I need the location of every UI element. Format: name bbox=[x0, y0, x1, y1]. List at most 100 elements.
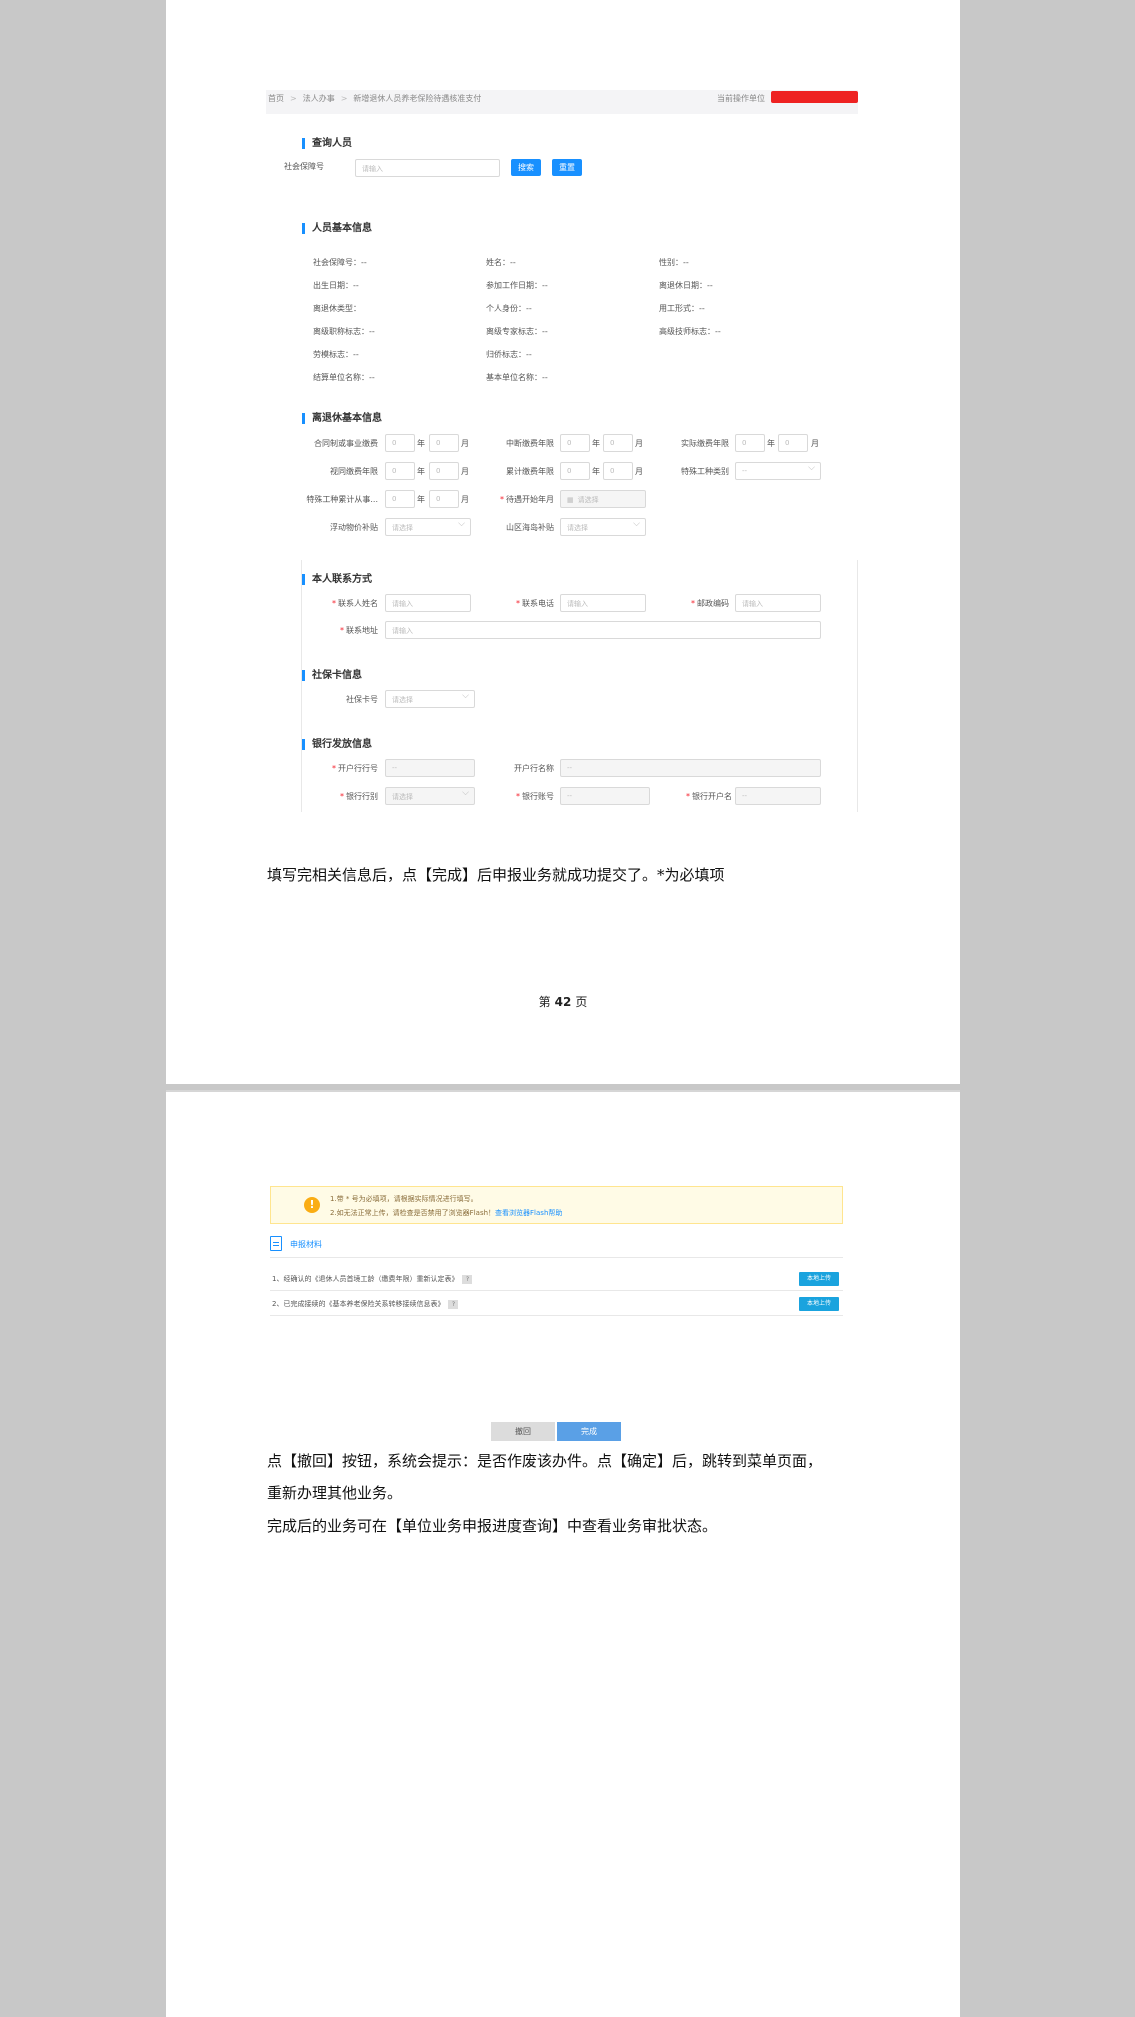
section-title-social-card: 社保卡信息 bbox=[302, 670, 362, 681]
material-row: 2、已完成接续的《基本养老保险关系转移接续信息表》? 本地上传 bbox=[270, 1291, 843, 1316]
current-unit-label: 当前操作单位 bbox=[717, 94, 765, 103]
field-ssn: 社会保障号：-- bbox=[313, 258, 367, 267]
breadcrumb-home[interactable]: 首页 bbox=[268, 94, 284, 103]
paragraph-withdraw: 点【撤回】按钮，系统会提示：是否作废该办件。点【确定】后，跳转到菜单页面， bbox=[267, 1452, 823, 1470]
contract-label: 合同制或事业缴费 bbox=[314, 439, 378, 448]
materials-title: 申报材料 bbox=[290, 1240, 322, 1249]
section-title-retire-info: 离退休基本信息 bbox=[302, 413, 382, 424]
field-name: 姓名：-- bbox=[486, 258, 516, 267]
breadcrumb: 首页 > 法人办事 > 新增退休人员养老保险待遇核准支付 bbox=[268, 94, 482, 103]
section-title-contact: 本人联系方式 bbox=[302, 574, 372, 585]
local-upload-button[interactable]: 本地上传 bbox=[799, 1297, 839, 1311]
bank-type-label: * 银行行别 bbox=[340, 792, 378, 801]
address-label: * 联系地址 bbox=[340, 626, 378, 635]
contact-phone-label: * 联系电话 bbox=[516, 599, 554, 608]
actual-months-input[interactable]: 0 bbox=[778, 434, 808, 452]
complete-button[interactable]: 完成 bbox=[557, 1422, 621, 1441]
materials-header: 申报材料 bbox=[270, 1234, 843, 1258]
special-years-input[interactable]: 0 bbox=[385, 490, 415, 508]
help-icon[interactable]: ? bbox=[462, 1274, 473, 1284]
social-card-label: 社保卡号 bbox=[346, 695, 378, 704]
search-button[interactable]: 搜索 bbox=[511, 159, 541, 176]
field-gender: 性别：-- bbox=[659, 258, 689, 267]
field-title-flag: 离级职称标志：-- bbox=[313, 327, 375, 336]
screenshot-materials: ! 1.带 * 号为必填项，请根据实际情况进行填写。 2.如无法正常上传，请检查… bbox=[270, 1186, 843, 1326]
field-work-start: 参加工作日期：-- bbox=[486, 281, 548, 290]
warning-banner: ! 1.带 * 号为必填项，请根据实际情况进行填写。 2.如无法正常上传，请检查… bbox=[270, 1186, 843, 1224]
document-page-42: 首页 > 法人办事 > 新增退休人员养老保险待遇核准支付 当前操作单位 查询人员 社会保… bbox=[166, 0, 960, 1084]
field-technician-flag: 高级技师标志：-- bbox=[659, 327, 721, 336]
bank-code-label: * 开户行行号 bbox=[332, 764, 378, 773]
field-identity: 个人身份：-- bbox=[486, 304, 532, 313]
panel-border bbox=[857, 560, 858, 812]
instruction-text: 填写完相关信息后，点【完成】后申报业务就成功提交了。*为必填项 bbox=[267, 866, 725, 884]
interrupt-years-input[interactable]: 0 bbox=[560, 434, 590, 452]
document-icon bbox=[270, 1236, 282, 1251]
unit-year: 年 bbox=[767, 439, 775, 448]
address-input[interactable]: 请输入 bbox=[385, 621, 821, 639]
reset-button[interactable]: 重置 bbox=[552, 159, 582, 176]
field-base-unit: 基本单位名称：-- bbox=[486, 373, 548, 382]
actual-years-input[interactable]: 0 bbox=[735, 434, 765, 452]
breadcrumb-legal[interactable]: 法人办事 bbox=[303, 94, 335, 103]
document-page-43: ! 1.带 * 号为必填项，请根据实际情况进行填写。 2.如无法正常上传，请检查… bbox=[166, 1090, 960, 2017]
calendar-icon: ▦ bbox=[567, 496, 574, 504]
warning-line-1: 1.带 * 号为必填项，请根据实际情况进行填写。 bbox=[330, 1195, 478, 1203]
special-type-select[interactable]: -- bbox=[735, 462, 821, 480]
start-month-picker[interactable]: ▦ 请选择 bbox=[560, 490, 646, 508]
section-title-bank: 银行发放信息 bbox=[302, 739, 372, 750]
mountain-subsidy-label: 山区海岛补贴 bbox=[506, 523, 554, 532]
field-settle-unit: 结算单位名称：-- bbox=[313, 373, 375, 382]
field-returned-overseas: 归侨标志：-- bbox=[486, 350, 532, 359]
special-type-label: 特殊工种类别 bbox=[681, 467, 729, 476]
deemed-years-input[interactable]: 0 bbox=[385, 462, 415, 480]
bank-name-input[interactable]: -- bbox=[560, 759, 821, 777]
unit-year: 年 bbox=[417, 495, 425, 504]
interrupt-label: 中断缴费年限 bbox=[506, 439, 554, 448]
withdraw-button[interactable]: 撤回 bbox=[491, 1422, 555, 1441]
actual-label: 实际缴费年限 bbox=[681, 439, 729, 448]
contact-name-label: * 联系人姓名 bbox=[332, 599, 378, 608]
help-icon[interactable]: ? bbox=[448, 1299, 459, 1309]
redacted-unit-name bbox=[771, 91, 858, 103]
paragraph-status: 完成后的业务可在【单位业务申报进度查询】中查看业务审批状态。 bbox=[267, 1517, 718, 1535]
material-name: 1、经确认的《退休人员首境工龄（缴费年限）重新认定表》? bbox=[272, 1274, 473, 1284]
paragraph-withdraw-cont: 重新办理其他业务。 bbox=[267, 1484, 403, 1502]
flash-help-link[interactable]: 查看浏览器Flash帮助 bbox=[495, 1209, 562, 1217]
breadcrumb-current: 新增退休人员养老保险待遇核准支付 bbox=[353, 94, 482, 103]
field-retire-date: 离退休日期：-- bbox=[659, 281, 713, 290]
breadcrumb-bar: 首页 > 法人办事 > 新增退休人员养老保险待遇核准支付 当前操作单位 bbox=[266, 90, 858, 114]
account-name-label: * 银行开户名 bbox=[686, 792, 732, 801]
unit-year: 年 bbox=[592, 467, 600, 476]
field-expert-flag: 离级专家标志：-- bbox=[486, 327, 548, 336]
section-title-basic-info: 人员基本信息 bbox=[302, 223, 372, 234]
unit-year: 年 bbox=[417, 439, 425, 448]
screenshot-form: 首页 > 法人办事 > 新增退休人员养老保险待遇核准支付 当前操作单位 查询人员 社会保… bbox=[266, 90, 858, 812]
warning-line-2: 2.如无法正常上传，请检查是否禁用了浏览器Flash！查看浏览器Flash帮助 bbox=[330, 1209, 563, 1217]
unit-month: 月 bbox=[811, 439, 819, 448]
field-birth: 出生日期：-- bbox=[313, 281, 359, 290]
start-month-label: * 待遇开始年月 bbox=[500, 495, 554, 504]
ssn-input[interactable]: 请输入 bbox=[355, 159, 500, 177]
account-name-input[interactable]: -- bbox=[735, 787, 821, 805]
social-card-select[interactable]: 请选择 bbox=[385, 690, 475, 708]
special-years-label: 特殊工种累计从事... bbox=[306, 495, 378, 504]
ssn-label: 社会保障号 bbox=[284, 162, 324, 171]
local-upload-button[interactable]: 本地上传 bbox=[799, 1272, 839, 1286]
contract-years-input[interactable]: 0 bbox=[385, 434, 415, 452]
warning-icon: ! bbox=[304, 1197, 320, 1213]
page-divider bbox=[166, 1090, 960, 1092]
unit-year: 年 bbox=[417, 467, 425, 476]
field-employment: 用工形式：-- bbox=[659, 304, 705, 313]
zip-input[interactable]: 请输入 bbox=[735, 594, 821, 612]
cumulative-label: 累计缴费年限 bbox=[506, 467, 554, 476]
cumulative-years-input[interactable]: 0 bbox=[560, 462, 590, 480]
account-label: * 银行账号 bbox=[516, 792, 554, 801]
material-row: 1、经确认的《退休人员首境工龄（缴费年限）重新认定表》? 本地上传 bbox=[270, 1266, 843, 1291]
material-name: 2、已完成接续的《基本养老保险关系转移接续信息表》? bbox=[272, 1299, 459, 1309]
field-model-worker: 劳模标志：-- bbox=[313, 350, 359, 359]
field-retire-type: 离退休类型： bbox=[313, 304, 361, 313]
deemed-label: 视同缴费年限 bbox=[330, 467, 378, 476]
section-title-query: 查询人员 bbox=[302, 138, 352, 149]
mountain-subsidy-select[interactable]: 请选择 bbox=[560, 518, 646, 536]
